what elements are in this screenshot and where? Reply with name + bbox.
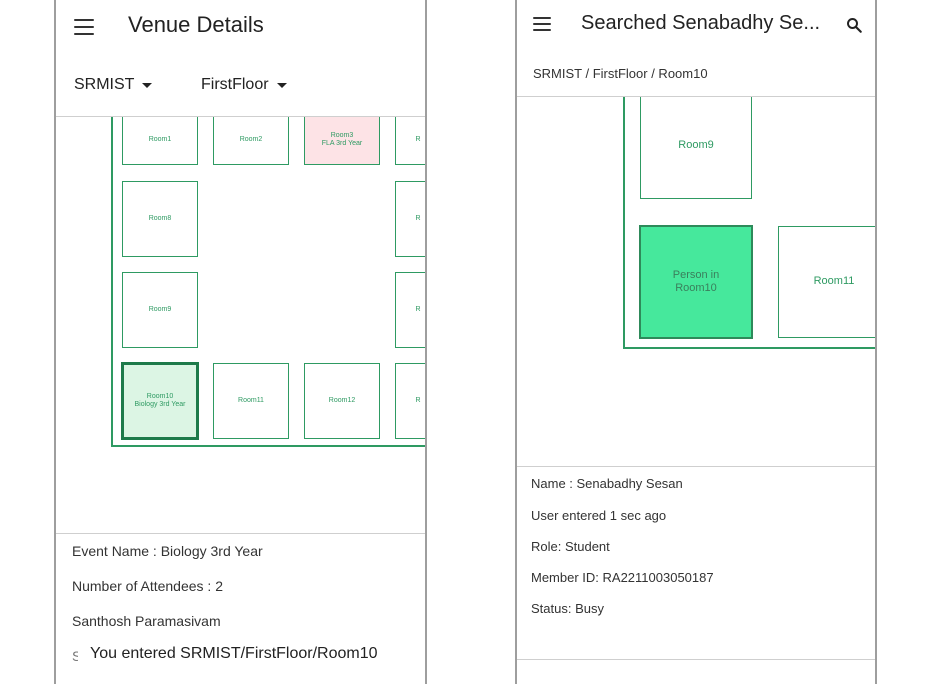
event-name: Event Name : Biology 3rd Year [72, 543, 263, 559]
room-label: R [415, 214, 421, 222]
room-8[interactable]: Room8 [122, 181, 198, 257]
room-10-selected[interactable]: Room10 Biology 3rd Year [121, 362, 199, 440]
page-title: Searched Senabadhy Se... [581, 12, 821, 34]
floor-map[interactable]: Room9 Person in Room10 Room11 [517, 97, 875, 466]
room-3[interactable]: Room3 FLA 3rd Year [304, 117, 380, 165]
role: Role: Student [531, 539, 610, 554]
room-label: Room1 [148, 135, 172, 143]
room-label: Room8 [148, 214, 172, 222]
room-label: Room9 [148, 305, 172, 313]
breadcrumb: SRMIST / FirstFloor / Room10 [533, 66, 708, 81]
room-label: Room10 [675, 282, 717, 294]
person-label: Person in [672, 268, 720, 281]
room-6-partial[interactable]: R [395, 272, 425, 348]
room-label: Room9 [678, 139, 714, 152]
room-event: FLA 3rd Year [321, 140, 363, 147]
person-name: Name : Senabadhy Sesan [531, 476, 683, 491]
room-5-partial[interactable]: R [395, 181, 425, 257]
attendee-count: Number of Attendees : 2 [72, 578, 223, 594]
room-label: Room11 [813, 275, 855, 288]
attendee-name: Santhosh Paramasivam [72, 613, 221, 629]
menu-icon[interactable] [74, 19, 94, 35]
room-label: Room11 [238, 396, 264, 404]
page-title: Venue Details [128, 12, 264, 37]
room-12[interactable]: Room12 [304, 363, 380, 439]
app-bar: Searched Senabadhy Se... [517, 0, 875, 50]
room-4-partial[interactable]: R [395, 117, 425, 165]
room-event: Biology 3rd Year [134, 401, 186, 408]
room-13-partial[interactable]: R [395, 363, 425, 439]
room-label: Room12 [328, 396, 356, 404]
divider [56, 533, 425, 534]
campus-dropdown-value: SRMIST [74, 76, 135, 93]
entered-time: User entered 1 sec ago [531, 508, 667, 523]
dropdown-caret-icon [142, 82, 153, 88]
room-label: R [415, 305, 421, 313]
room-label: R [415, 135, 421, 143]
floor-map[interactable]: Room1 Room2 Room3 FLA 3rd Year R Room8 R… [56, 117, 425, 533]
status: Status: Busy [531, 601, 604, 616]
venue-details-screen: Venue Details SRMIST FirstFloor Room1 Ro… [54, 0, 427, 684]
room-label: Room2 [239, 135, 263, 143]
dropdown-caret-icon [276, 82, 287, 88]
search-icon[interactable] [845, 16, 863, 34]
app-bar: Venue Details [56, 0, 425, 52]
floor-dropdown-value: FirstFloor [201, 76, 269, 93]
floor-dropdown[interactable]: FirstFloor [201, 76, 287, 94]
member-id: Member ID: RA2211003050187 [531, 570, 714, 585]
room-2[interactable]: Room2 [213, 117, 289, 165]
divider [517, 659, 875, 660]
room-label: Room10 [146, 392, 174, 400]
campus-dropdown[interactable]: SRMIST [74, 76, 153, 94]
room-label: Room3 [330, 131, 354, 139]
obscured-text: S [72, 648, 78, 664]
room-10-person[interactable]: Person in Room10 [639, 225, 753, 339]
divider [517, 466, 875, 467]
room-label: R [415, 396, 421, 404]
room-11[interactable]: Room11 [213, 363, 289, 439]
room-9[interactable]: Room9 [122, 272, 198, 348]
search-result-screen: Searched Senabadhy Se... SRMIST / FirstF… [515, 0, 877, 684]
room-1[interactable]: Room1 [122, 117, 198, 165]
menu-icon[interactable] [533, 17, 551, 31]
room-9[interactable]: Room9 [640, 97, 752, 199]
room-11[interactable]: Room11 [778, 226, 875, 338]
toast-message: You entered SRMIST/FirstFloor/Room10 [90, 645, 378, 662]
